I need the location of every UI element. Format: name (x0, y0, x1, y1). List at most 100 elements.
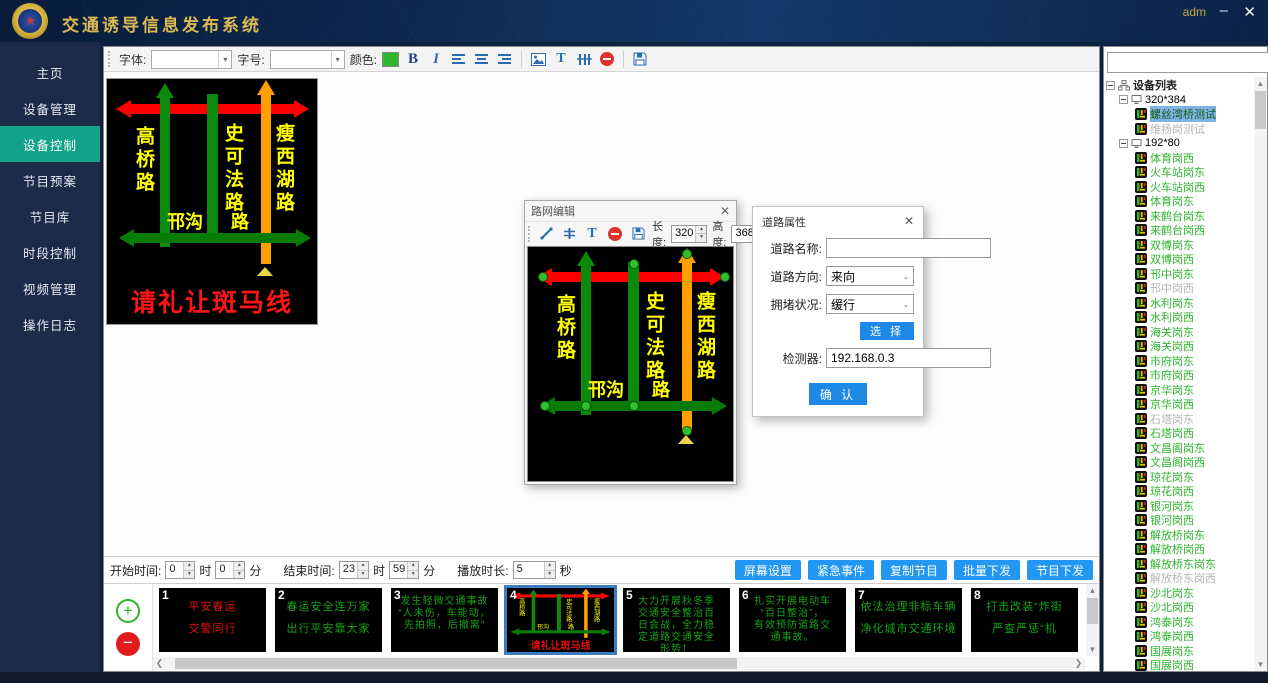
close-icon[interactable]: ✕ (904, 214, 914, 230)
delete-button[interactable] (598, 50, 616, 69)
sidebar-item-program-library[interactable]: 节目库 (0, 198, 100, 234)
road-endpoint-handle[interactable] (538, 272, 548, 282)
start-minute-spinner[interactable]: 0▲▼ (215, 561, 245, 579)
road-endpoint-handle[interactable] (629, 259, 639, 269)
playlist-item-2[interactable]: 2春运安全连万家出行平安靠大家 (275, 588, 382, 652)
tree-device-item[interactable]: 沙北岗西 (1104, 600, 1254, 615)
tree-device-item[interactable]: 双博岗东 (1104, 238, 1254, 253)
congestion-status-select[interactable]: 缓行⌄ (826, 294, 914, 314)
scrollbar-thumb[interactable] (1087, 598, 1098, 624)
spinner-arrows[interactable]: ▲▼ (233, 562, 244, 578)
tree-device-item[interactable]: 沙北岗东 (1104, 586, 1254, 601)
tree-device-item[interactable]: 解放桥东岗东 (1104, 557, 1254, 572)
playlist-item-3[interactable]: 3发生轻微交通事故“人未伤，车能动，先拍照，后撤离” (391, 588, 498, 652)
tree-device-item[interactable]: 海关岗西 (1104, 339, 1254, 354)
spinner-arrows[interactable]: ▲▼ (183, 562, 194, 578)
collapse-icon[interactable] (1119, 95, 1128, 104)
tree-device-item[interactable]: 石塔岗西 (1104, 426, 1254, 441)
program-send-button[interactable]: 节目下发 (1027, 560, 1093, 580)
align-left-button[interactable] (450, 50, 468, 69)
playlist-item-6[interactable]: 6扎实开展电动车“百日整治”，有效预防道路交通事故。 (739, 588, 846, 652)
tree-device-item[interactable]: 体育岗东 (1104, 194, 1254, 209)
font-family-dropdown[interactable]: ▾ (151, 50, 232, 69)
tree-device-item[interactable]: 维扬岗测试 (1104, 122, 1254, 137)
tree-device-item[interactable]: 文昌阁岗东 (1104, 441, 1254, 456)
sidebar-item-operation-log[interactable]: 操作日志 (0, 306, 100, 342)
play-duration-spinner[interactable]: 5▲▼ (513, 561, 556, 579)
scroll-left-arrow[interactable]: ❮ (153, 658, 166, 669)
save-button[interactable] (629, 224, 647, 243)
confirm-button[interactable]: 确 认 (809, 383, 867, 405)
tree-device-item[interactable]: 银河岗西 (1104, 513, 1254, 528)
vertical-scrollbar[interactable]: ▲ ▼ (1254, 77, 1267, 671)
sidebar-item-device-management[interactable]: 设备管理 (0, 90, 100, 126)
scroll-down-arrow[interactable]: ▼ (1086, 643, 1099, 656)
spinner-arrows[interactable]: ▲▼ (407, 562, 418, 578)
end-minute-spinner[interactable]: 59▲▼ (389, 561, 419, 579)
spinner-arrows[interactable]: ▲▼ (544, 562, 555, 578)
tree-device-item[interactable]: 解放桥岗东 (1104, 528, 1254, 543)
insert-text-button[interactable]: T (583, 224, 601, 243)
tree-device-item[interactable]: 鸿泰岗西 (1104, 629, 1254, 644)
collapse-icon[interactable] (1119, 139, 1128, 148)
tree-device-item[interactable]: 螺丝湾桥测试 (1104, 107, 1254, 122)
tree-device-item[interactable]: 市府岗东 (1104, 354, 1254, 369)
tree-device-item[interactable]: 琼花岗东 (1104, 470, 1254, 485)
tree-device-item[interactable]: 国展岗西 (1104, 658, 1254, 671)
batch-send-button[interactable]: 批量下发 (954, 560, 1020, 580)
tree-device-item[interactable]: 火车站岗东 (1104, 165, 1254, 180)
tree-device-item[interactable]: 体育岗西 (1104, 151, 1254, 166)
road-network-button[interactable] (575, 50, 593, 69)
road-direction-select[interactable]: 来向⌄ (826, 266, 914, 286)
align-center-button[interactable] (473, 50, 491, 69)
tree-device-item[interactable]: 火车站岗西 (1104, 180, 1254, 195)
tree-group[interactable]: 192*80 (1104, 136, 1254, 151)
device-search-input[interactable] (1107, 52, 1268, 73)
road-endpoint-handle[interactable] (682, 426, 692, 436)
tree-device-item[interactable]: 文昌阁岗西 (1104, 455, 1254, 470)
tree-device-item[interactable]: 京华岗西 (1104, 397, 1254, 412)
tree-device-item[interactable]: 邗中岗东 (1104, 267, 1254, 282)
tree-device-item[interactable]: 邗中岗西 (1104, 281, 1254, 296)
middle-road-bar[interactable] (628, 262, 639, 408)
tree-device-item[interactable]: 琼花岗西 (1104, 484, 1254, 499)
add-program-button[interactable]: + (116, 599, 140, 623)
tree-device-item[interactable]: 银河岗东 (1104, 499, 1254, 514)
tree-device-item[interactable]: 来鹤台岗西 (1104, 223, 1254, 238)
sidebar-item-home[interactable]: 主页 (0, 54, 100, 90)
delete-button[interactable] (606, 224, 624, 243)
screen-settings-button[interactable]: 屏幕设置 (735, 560, 801, 580)
detector-field[interactable] (826, 348, 991, 368)
close-icon[interactable]: ✕ (1243, 3, 1256, 21)
insert-image-button[interactable] (529, 50, 547, 69)
road-name-field[interactable] (826, 238, 991, 258)
road-endpoint-handle[interactable] (629, 401, 639, 411)
draw-road-button[interactable] (537, 224, 555, 243)
playlist-item-7[interactable]: 7依法治理非标车辆净化城市交通环境 (855, 588, 962, 652)
sidebar-item-time-control[interactable]: 时段控制 (0, 234, 100, 270)
logged-in-user[interactable]: adm (1183, 5, 1206, 19)
sidebar-item-program-plan[interactable]: 节目预案 (0, 162, 100, 198)
tree-device-item[interactable]: 水利岗西 (1104, 310, 1254, 325)
playlist-item-5[interactable]: 5大力开展秋冬季交通安全整治百日会战，全力稳定道路交通安全形势！ (623, 588, 730, 652)
spinner-arrows[interactable]: ▲▼ (357, 562, 368, 578)
tree-device-item[interactable]: 解放桥岗西 (1104, 542, 1254, 557)
playlist-item-4[interactable]: 4 高桥路 史可法路 瘦西湖路 邗沟 路 请礼让斑马线 (507, 588, 614, 652)
tree-device-item[interactable]: 双博岗西 (1104, 252, 1254, 267)
tree-device-item[interactable]: 市府岗西 (1104, 368, 1254, 383)
font-size-dropdown[interactable]: ▾ (270, 50, 345, 69)
scrollbar-thumb[interactable] (175, 658, 737, 669)
tree-device-item[interactable]: 来鹤台岗东 (1104, 209, 1254, 224)
scrollbar-thumb[interactable] (1255, 91, 1266, 129)
playlist-item-8[interactable]: 8打击改装“炸街严查严惩“机 (971, 588, 1078, 652)
scroll-down-arrow[interactable]: ▼ (1254, 658, 1267, 671)
sidebar-item-device-control[interactable]: 设备控制 (0, 126, 100, 162)
editable-traffic-diagram[interactable]: 高桥路 史可法路 瘦西湖路 邗沟 路 (528, 247, 733, 481)
tree-device-item[interactable]: 水利岗东 (1104, 296, 1254, 311)
road-endpoint-handle[interactable] (682, 249, 692, 259)
tree-device-item[interactable]: 鸿泰岗东 (1104, 615, 1254, 630)
playlist-item-1[interactable]: 1平安春运交警同行 (159, 588, 266, 652)
collapse-icon[interactable] (1106, 81, 1115, 90)
tree-root[interactable]: 设备列表 (1104, 78, 1254, 93)
remove-program-button[interactable]: − (116, 632, 140, 656)
